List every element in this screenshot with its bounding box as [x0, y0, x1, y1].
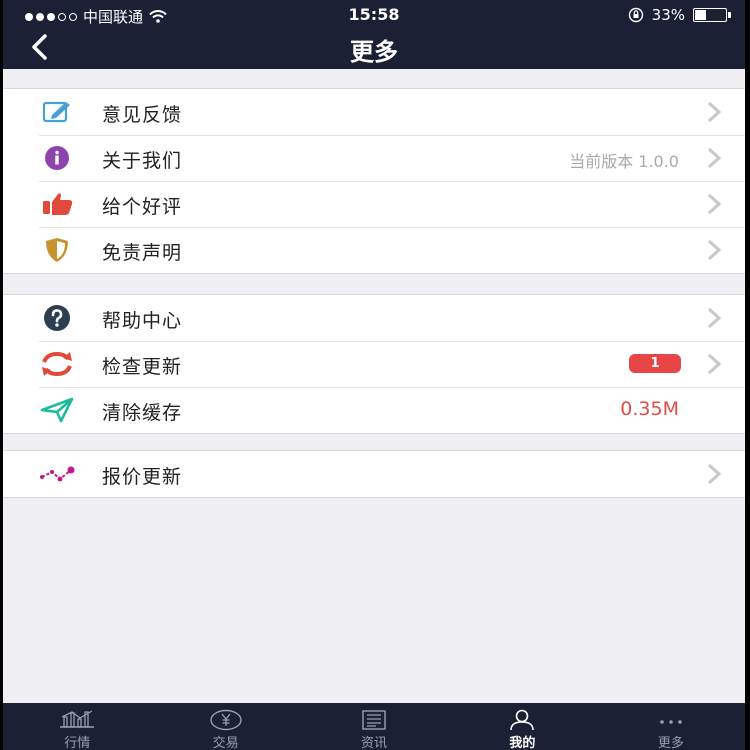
tab-label: 资讯 [361, 736, 388, 750]
tab-label: 我的 [509, 736, 536, 750]
user-icon [510, 709, 535, 731]
settings-group-1: 意见反馈 关于我们 当前版本 1.0.0 给个好评 免责声明 [3, 88, 745, 274]
version-text: 当前版本 1.0.0 [569, 152, 679, 171]
chevron-right-icon [707, 307, 722, 329]
chevron-right-icon [707, 239, 722, 261]
menu-item-help-center[interactable]: 帮助中心 [3, 295, 745, 341]
market-chart-icon [60, 710, 95, 728]
menu-item-label: 给个好评 [102, 196, 183, 218]
settings-group-3: 报价更新 [3, 450, 745, 498]
menu-item-disclaimer[interactable]: 免责声明 [3, 227, 745, 273]
feedback-edit-icon [39, 98, 75, 126]
thumbs-up-icon [39, 190, 75, 218]
tab-trade[interactable]: 交易 [151, 703, 299, 750]
menu-item-label: 清除缓存 [102, 402, 183, 424]
status-bar: 中国联通 15:58 33% [3, 0, 745, 30]
menu-item-label: 免责声明 [102, 242, 183, 264]
battery-percent: 33% [651, 6, 685, 24]
chevron-right-icon [707, 193, 722, 215]
quote-trend-icon [39, 460, 75, 488]
battery-icon [693, 8, 731, 22]
chevron-right-icon [707, 101, 722, 123]
yuan-coin-icon [209, 709, 242, 731]
menu-item-rate-us[interactable]: 给个好评 [3, 181, 745, 227]
tab-news[interactable]: 资讯 [300, 703, 448, 750]
update-count-badge: 1 [629, 354, 681, 373]
menu-item-check-update[interactable]: 检查更新 1 [3, 341, 745, 387]
news-icon [362, 710, 386, 730]
menu-item-quote-update[interactable]: 报价更新 [3, 451, 745, 497]
refresh-icon [39, 350, 75, 378]
menu-item-feedback[interactable]: 意见反馈 [3, 89, 745, 135]
app-screen: 中国联通 15:58 33% 更多 意见反馈 关于我们 当前版本 1.0.0 给… [3, 0, 745, 750]
menu-item-label: 报价更新 [102, 466, 183, 488]
menu-item-about-us[interactable]: 关于我们 当前版本 1.0.0 [3, 135, 745, 181]
settings-group-2: 帮助中心 检查更新 1 清除缓存 0.35M [3, 294, 745, 434]
clear-cache-icon [39, 396, 75, 424]
menu-item-label: 帮助中心 [102, 310, 183, 332]
more-dots-icon [660, 720, 682, 724]
shield-icon [39, 236, 75, 264]
chevron-right-icon [707, 353, 722, 375]
menu-item-clear-cache[interactable]: 清除缓存 0.35M [3, 387, 745, 433]
page-title: 更多 [350, 38, 398, 66]
tab-more[interactable]: 更多 [597, 703, 745, 750]
menu-item-label: 意见反馈 [102, 104, 183, 126]
menu-item-label: 检查更新 [102, 356, 183, 378]
bottom-tab-bar: 行情 交易 资讯 我的 更多 [3, 703, 745, 750]
tab-mine[interactable]: 我的 [448, 703, 596, 750]
tab-label: 更多 [657, 736, 684, 750]
cache-size-text: 0.35M [620, 398, 679, 420]
rotation-lock-icon [628, 7, 643, 23]
info-icon [39, 144, 75, 172]
nav-header: 中国联通 15:58 33% 更多 [3, 0, 745, 69]
chevron-right-icon [707, 463, 722, 485]
chevron-right-icon [707, 147, 722, 169]
status-right: 33% [628, 6, 731, 24]
tab-market[interactable]: 行情 [3, 703, 151, 750]
menu-item-label: 关于我们 [102, 150, 183, 172]
help-icon [39, 304, 75, 332]
tab-label: 交易 [212, 736, 239, 750]
tab-label: 行情 [64, 736, 91, 750]
